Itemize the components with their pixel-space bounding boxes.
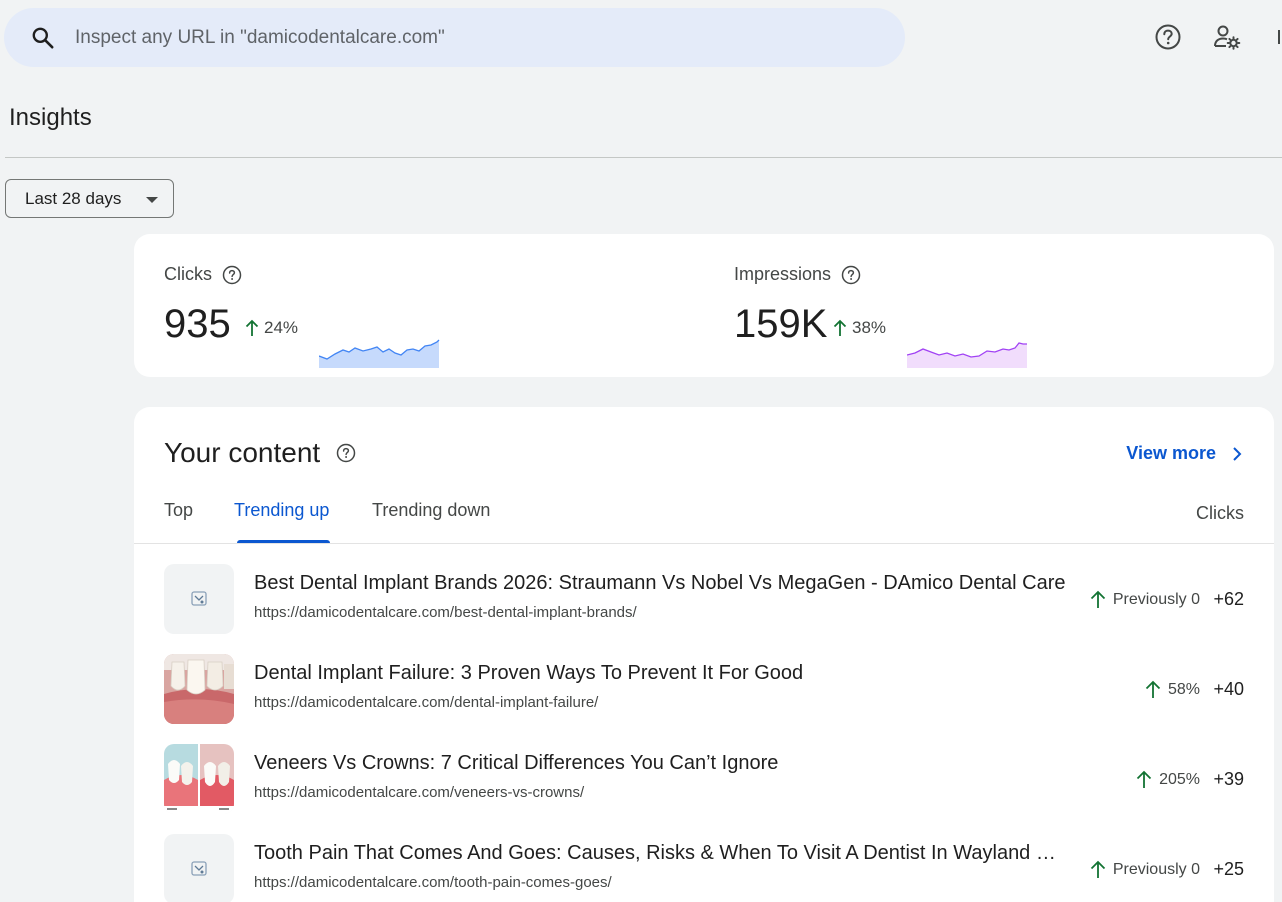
clicks-label: Clicks xyxy=(164,264,212,284)
date-range-label: Last 28 days xyxy=(25,188,122,208)
impressions-change-value: 38% xyxy=(852,318,887,337)
help-icon[interactable] xyxy=(841,265,861,285)
performance-summary-card: Clicks 935 24% Impressions 159K 38% xyxy=(134,234,1274,377)
teeth-photo-icon xyxy=(164,654,234,724)
veneers-photo-icon xyxy=(164,744,234,814)
impressions-sparkline xyxy=(907,342,1027,368)
clicks-delta: +40 xyxy=(1213,679,1244,699)
date-range-dropdown[interactable]: Last 28 days xyxy=(5,179,174,218)
arrow-up-icon xyxy=(1090,590,1105,608)
clicks-delta: +62 xyxy=(1213,589,1244,609)
page-title-text: Dental Implant Failure: 3 Proven Ways To… xyxy=(254,662,804,684)
impressions-value: 159K xyxy=(734,302,828,346)
arrow-up-icon xyxy=(1136,770,1152,788)
page-url: https://damicodentalcare.com/dental-impl… xyxy=(254,694,599,711)
header-divider xyxy=(5,157,1282,158)
veneers-photo-thumbnail xyxy=(164,744,234,814)
notifications-icon[interactable] xyxy=(1272,22,1282,52)
clicks-change-value: 24% xyxy=(264,318,299,337)
content-row[interactable]: Best Dental Implant Brands 2026: Strauma… xyxy=(134,564,1274,636)
content-row[interactable]: Dental Implant Failure: 3 Proven Ways To… xyxy=(134,654,1274,726)
page-url: https://damicodentalcare.com/best-dental… xyxy=(254,604,637,621)
search-icon[interactable] xyxy=(30,25,56,51)
content-row[interactable]: Veneers Vs Crowns: 7 Critical Difference… xyxy=(134,744,1274,816)
impressions-change: 38% xyxy=(832,318,886,338)
arrow-up-icon xyxy=(1090,860,1105,878)
change-indicator: Previously 0 xyxy=(1089,590,1200,609)
clicks-delta: +25 xyxy=(1213,859,1244,879)
arrow-up-icon xyxy=(833,319,847,336)
arrow-up-icon xyxy=(1145,680,1161,698)
help-icon[interactable] xyxy=(222,265,242,285)
page-url: https://damicodentalcare.com/veneers-vs-… xyxy=(254,784,585,801)
clicks-delta: +39 xyxy=(1213,769,1244,789)
page-url: https://damicodentalcare.com/tooth-pain-… xyxy=(254,874,612,891)
clicks-change: 24% xyxy=(244,318,298,338)
arrow-up-icon xyxy=(245,319,259,336)
page-title-text: Best Dental Implant Brands 2026: Strauma… xyxy=(254,572,1066,594)
tab-top[interactable]: Top xyxy=(164,500,193,521)
change-indicator: 58% xyxy=(1144,680,1200,699)
change-value: Previously 0 xyxy=(1112,860,1200,878)
change-indicator: Previously 0 xyxy=(1089,860,1200,879)
top-bar xyxy=(0,0,1282,76)
impressions-label: Impressions xyxy=(734,264,832,284)
clicks-value: 935 xyxy=(164,302,231,346)
admin-settings-icon[interactable] xyxy=(1212,22,1242,52)
page-title: Insights xyxy=(9,104,92,131)
tabs-divider xyxy=(134,543,1274,544)
content-title: Your content xyxy=(164,437,321,468)
page-title-text: Veneers Vs Crowns: 7 Critical Difference… xyxy=(254,752,779,774)
search-input[interactable] xyxy=(75,20,875,55)
site-logo-thumbnail xyxy=(164,834,234,902)
clicks-metric[interactable]: Clicks 935 24% xyxy=(164,264,440,368)
teeth-photo-thumbnail xyxy=(164,654,234,724)
your-content-card: Your content View more Top Trending up T… xyxy=(134,407,1274,902)
help-icon[interactable] xyxy=(1153,22,1183,52)
tab-trending-down[interactable]: Trending down xyxy=(372,500,490,521)
change-value: 58% xyxy=(1167,680,1200,698)
change-value: 205% xyxy=(1159,770,1200,788)
clicks-column-header: Clicks xyxy=(1196,503,1244,523)
chevron-right-icon xyxy=(1233,446,1242,461)
site-logo-icon xyxy=(191,591,207,606)
content-row[interactable]: Tooth Pain That Comes And Goes: Causes, … xyxy=(134,834,1274,902)
site-logo-thumbnail xyxy=(164,564,234,634)
url-inspection-search[interactable] xyxy=(4,8,905,67)
clicks-sparkline xyxy=(319,339,440,368)
view-more-label: View more xyxy=(1126,443,1216,463)
help-icon[interactable] xyxy=(336,443,356,463)
page-title-text: Tooth Pain That Comes And Goes: Causes, … xyxy=(254,842,1069,864)
change-value: Previously 0 xyxy=(1112,590,1200,608)
view-more-link[interactable]: View more xyxy=(1126,443,1244,464)
tab-trending-up[interactable]: Trending up xyxy=(234,500,329,521)
dropdown-caret-icon xyxy=(146,197,158,203)
site-logo-icon xyxy=(191,861,207,876)
impressions-metric[interactable]: Impressions 159K 38% xyxy=(734,264,1027,368)
change-indicator: 205% xyxy=(1135,770,1200,789)
